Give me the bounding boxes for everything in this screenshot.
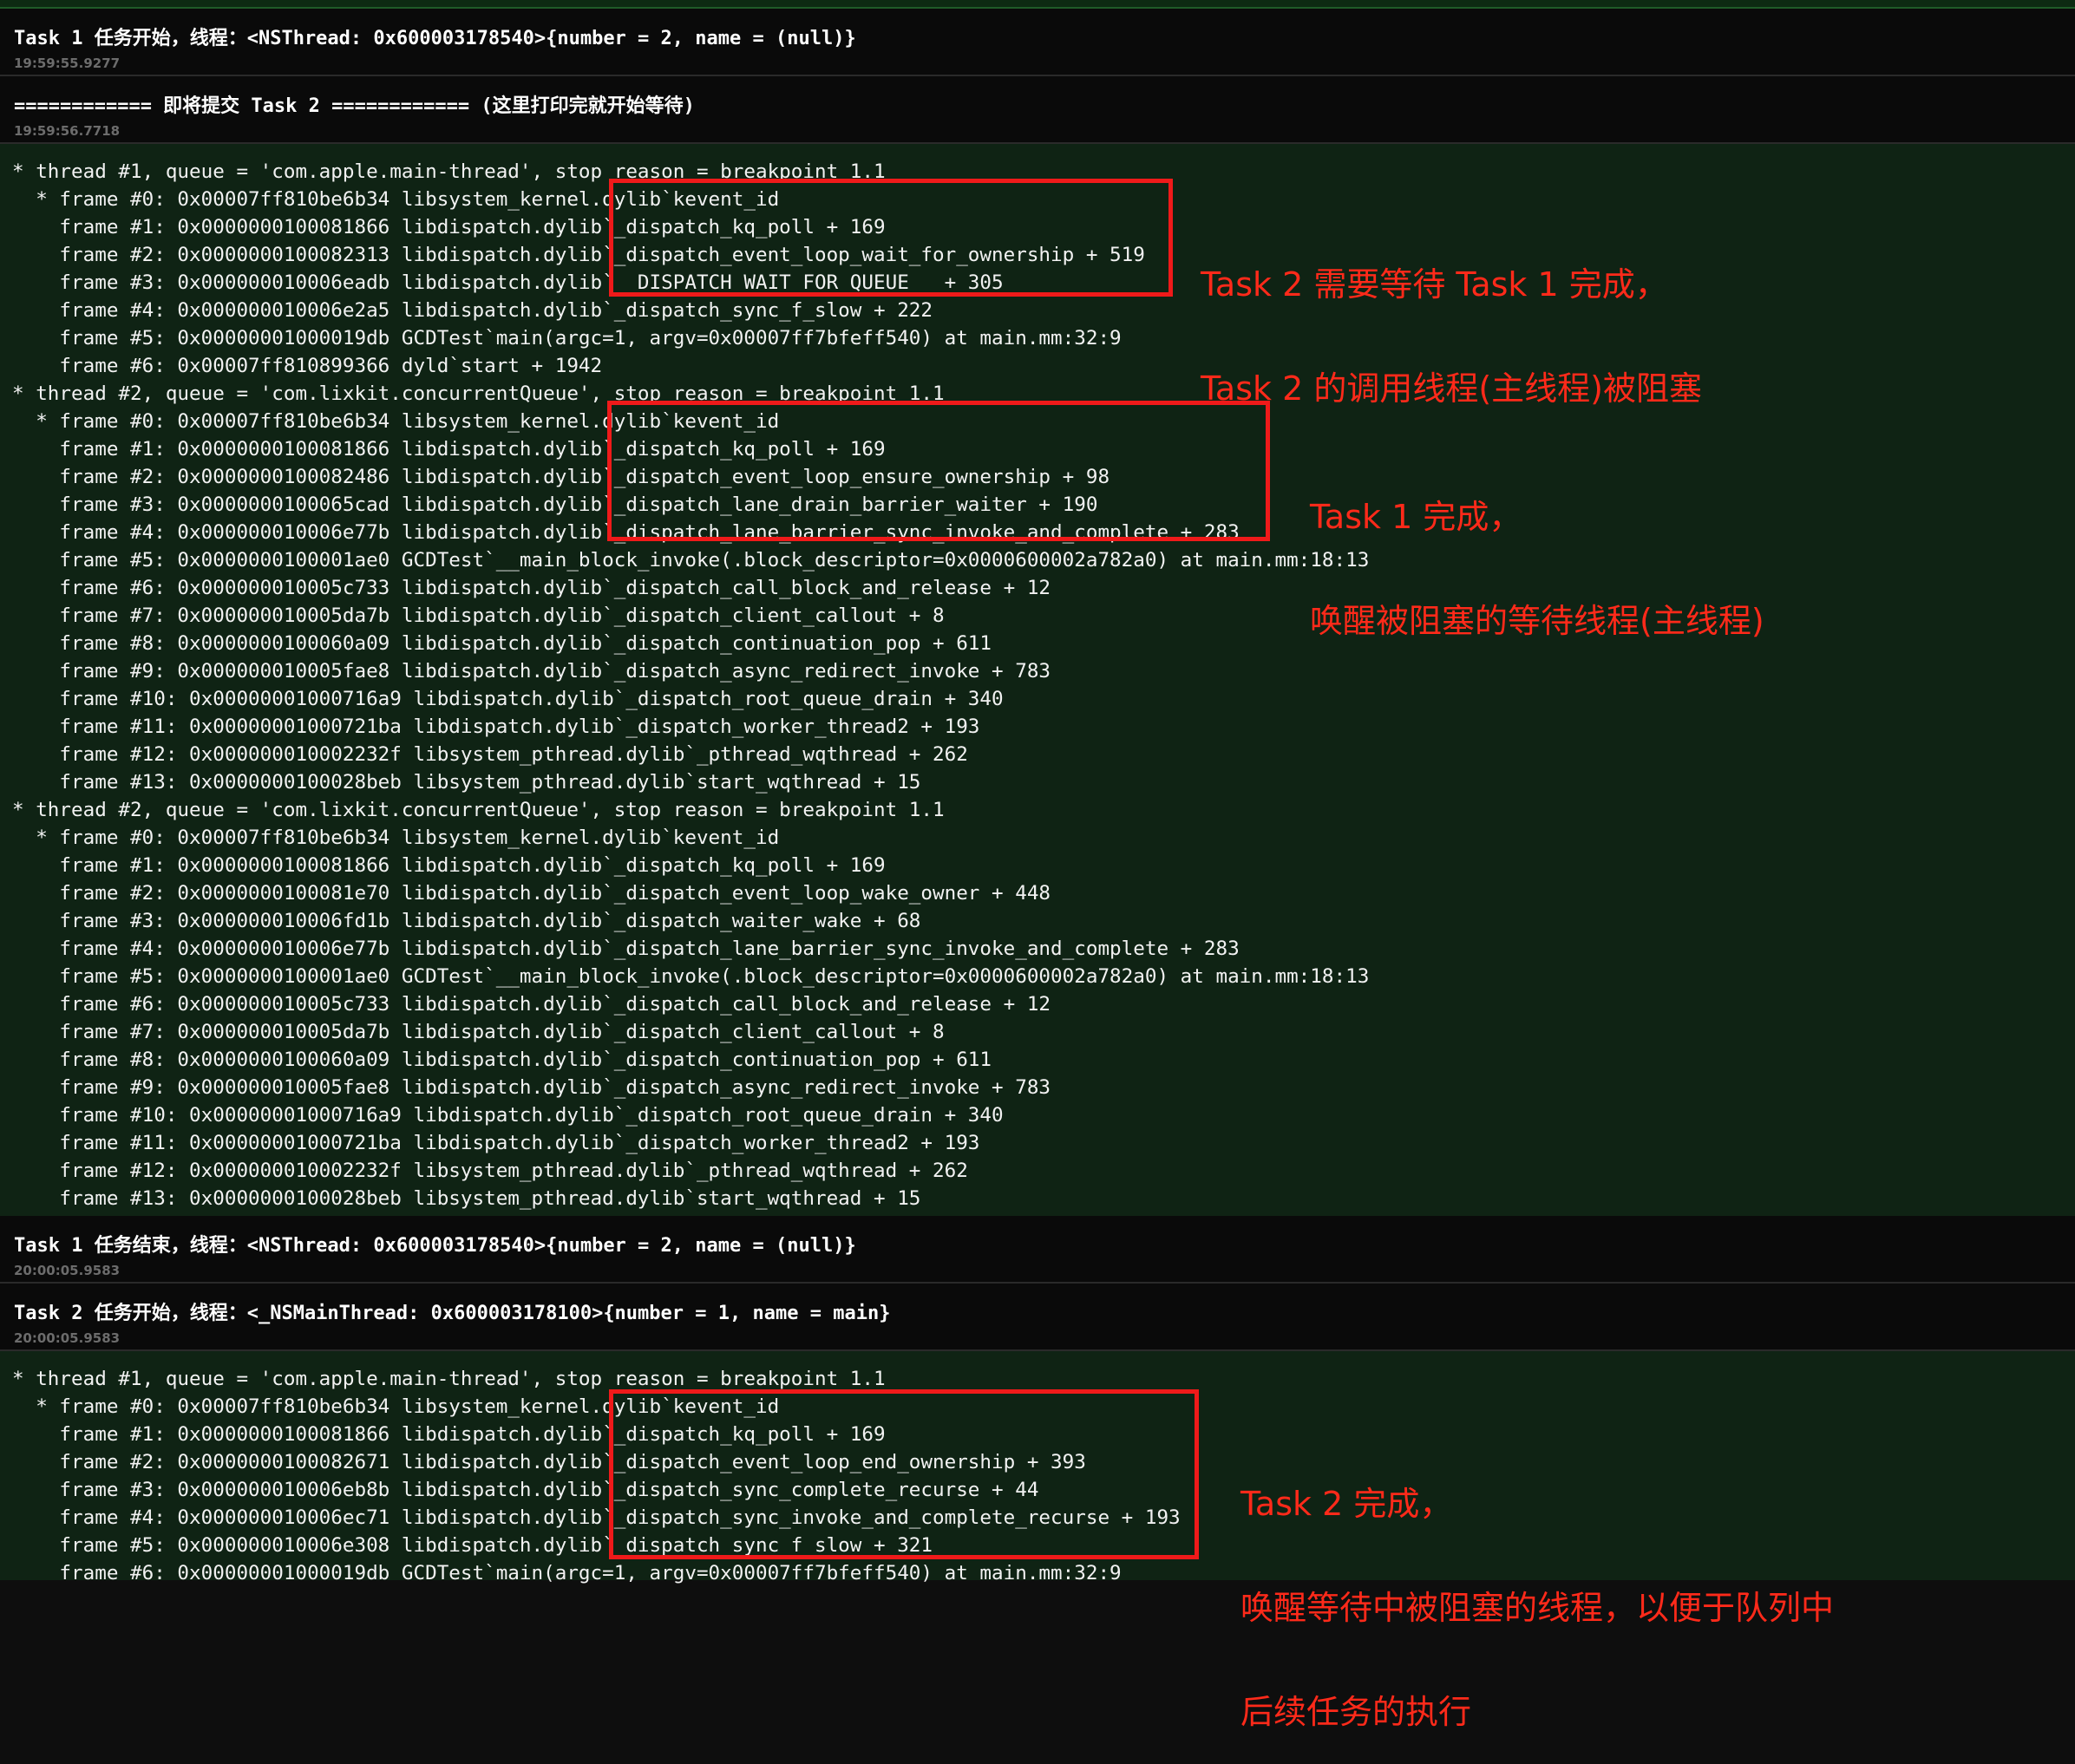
backtrace-line: frame #5: 0x0000000100001ae0 GCDTest`__m… xyxy=(12,549,1370,572)
backtrace-line: frame #4: 0x000000010006e2a5 libdispatch… xyxy=(12,299,933,322)
log-timestamp: 20:00:05.9583 xyxy=(14,1263,121,1278)
annotation-line: 唤醒被阻塞的等待线程(主线程) xyxy=(1310,602,1764,640)
log-message: Task 1 任务结束，线程：<NSThread: 0x600003178540… xyxy=(14,1235,856,1257)
backtrace-line: frame #11: 0x00000001000721ba libdispatc… xyxy=(12,715,980,738)
backtrace-line: frame #6: 0x000000010005c733 libdispatch… xyxy=(12,993,1051,1016)
annotation-line: Task 1 完成， xyxy=(1310,498,1522,536)
log-timestamp: 19:59:55.9277 xyxy=(14,56,121,71)
backtrace-line: frame #12: 0x000000010002232f libsystem_… xyxy=(12,1160,968,1182)
log-entry[interactable]: Task 1 任务结束，线程：<NSThread: 0x600003178540… xyxy=(0,1216,2075,1284)
log-timestamp: 19:59:56.7718 xyxy=(14,123,121,139)
log-message: Task 2 任务开始，线程：<_NSMainThread: 0x6000031… xyxy=(14,1303,891,1324)
backtrace-line: frame #7: 0x000000010005da7b libdispatch… xyxy=(12,604,945,627)
backtrace-line: frame #3: 0x000000010006fd1b libdispatch… xyxy=(12,910,921,932)
log-entry[interactable]: ============ 即将提交 Task 2 ============ (这… xyxy=(0,76,2075,144)
backtrace-line: frame #7: 0x000000010005da7b libdispatch… xyxy=(12,1021,945,1043)
backtrace-line: frame #1: 0x0000000100081866 libdispatch… xyxy=(12,854,886,877)
top-divider xyxy=(0,0,2075,9)
annotation-line: Task 2 的调用线程(主线程)被阻塞 xyxy=(1201,369,1702,408)
backtrace-line: frame #12: 0x000000010002232f libsystem_… xyxy=(12,743,968,766)
backtrace-line: frame #2: 0x0000000100081e70 libdispatch… xyxy=(12,882,1051,905)
backtrace-line: frame #10: 0x00000001000716a9 libdispatc… xyxy=(12,688,1004,710)
backtrace-line: frame #13: 0x0000000100028beb libsystem_… xyxy=(12,1187,921,1210)
backtrace-line: frame #5: 0x0000000100001ae0 GCDTest`__m… xyxy=(12,965,1370,988)
log-entry[interactable]: Task 1 任务开始，线程：<NSThread: 0x600003178540… xyxy=(0,9,2075,76)
annotation-line: Task 2 需要等待 Task 1 完成， xyxy=(1201,265,1668,304)
backtrace-line: frame #11: 0x00000001000721ba libdispatc… xyxy=(12,1132,980,1154)
highlight-box-main-thread-wait xyxy=(609,179,1173,297)
annotation-line: Task 2 完成， xyxy=(1240,1485,1453,1523)
backtrace-line: frame #4: 0x000000010006e77b libdispatch… xyxy=(12,938,1240,960)
log-message: ============ 即将提交 Task 2 ============ (这… xyxy=(14,95,695,117)
highlight-box-end-ownership xyxy=(609,1389,1199,1559)
backtrace-line: frame #6: 0x000000010005c733 libdispatch… xyxy=(12,577,1051,599)
backtrace-line: frame #9: 0x000000010005fae8 libdispatch… xyxy=(12,1076,1051,1099)
backtrace-line: frame #8: 0x0000000100060a09 libdispatch… xyxy=(12,632,992,655)
backtrace-line: frame #6: 0x00007ff810899366 dyld`start … xyxy=(12,355,603,377)
backtrace-line: frame #9: 0x000000010005fae8 libdispatch… xyxy=(12,660,1051,683)
backtrace-line: frame #10: 0x00000001000716a9 libdispatc… xyxy=(12,1104,1004,1127)
backtrace-line: frame #5: 0x00000001000019db GCDTest`mai… xyxy=(12,327,1122,350)
log-message: Task 1 任务开始，线程：<NSThread: 0x600003178540… xyxy=(14,28,856,49)
log-timestamp: 20:00:05.9583 xyxy=(14,1330,121,1346)
backtrace-line: frame #13: 0x0000000100028beb libsystem_… xyxy=(12,771,921,794)
highlight-box-queue-ensure-ownership xyxy=(607,401,1270,541)
backtrace-line: * frame #0: 0x00007ff810be6b34 libsystem… xyxy=(12,826,780,849)
backtrace-line: * thread #2, queue = 'com.lixkit.concurr… xyxy=(12,799,945,821)
backtrace-line: frame #8: 0x0000000100060a09 libdispatch… xyxy=(12,1049,992,1071)
annotation-note: Task 2 完成， 唤醒等待中被阻塞的线程，以便于队列中 后续任务的执行 xyxy=(1240,1417,1834,1764)
log-entry[interactable]: Task 2 任务开始，线程：<_NSMainThread: 0x6000031… xyxy=(0,1284,2075,1351)
annotation-line: 后续任务的执行 xyxy=(1240,1693,1472,1731)
annotation-note: Task 1 完成， 唤醒被阻塞的等待线程(主线程) xyxy=(1310,430,1764,673)
annotation-line: 唤醒等待中被阻塞的线程，以便于队列中 xyxy=(1240,1589,1835,1627)
backtrace-line: frame #6: 0x00000001000019db GCDTest`mai… xyxy=(12,1562,1122,1584)
backtrace-block: * thread #1, queue = 'com.apple.main-thr… xyxy=(0,144,2075,1216)
annotation-note: Task 2 需要等待 Task 1 完成， Task 2 的调用线程(主线程)… xyxy=(1201,198,1702,441)
